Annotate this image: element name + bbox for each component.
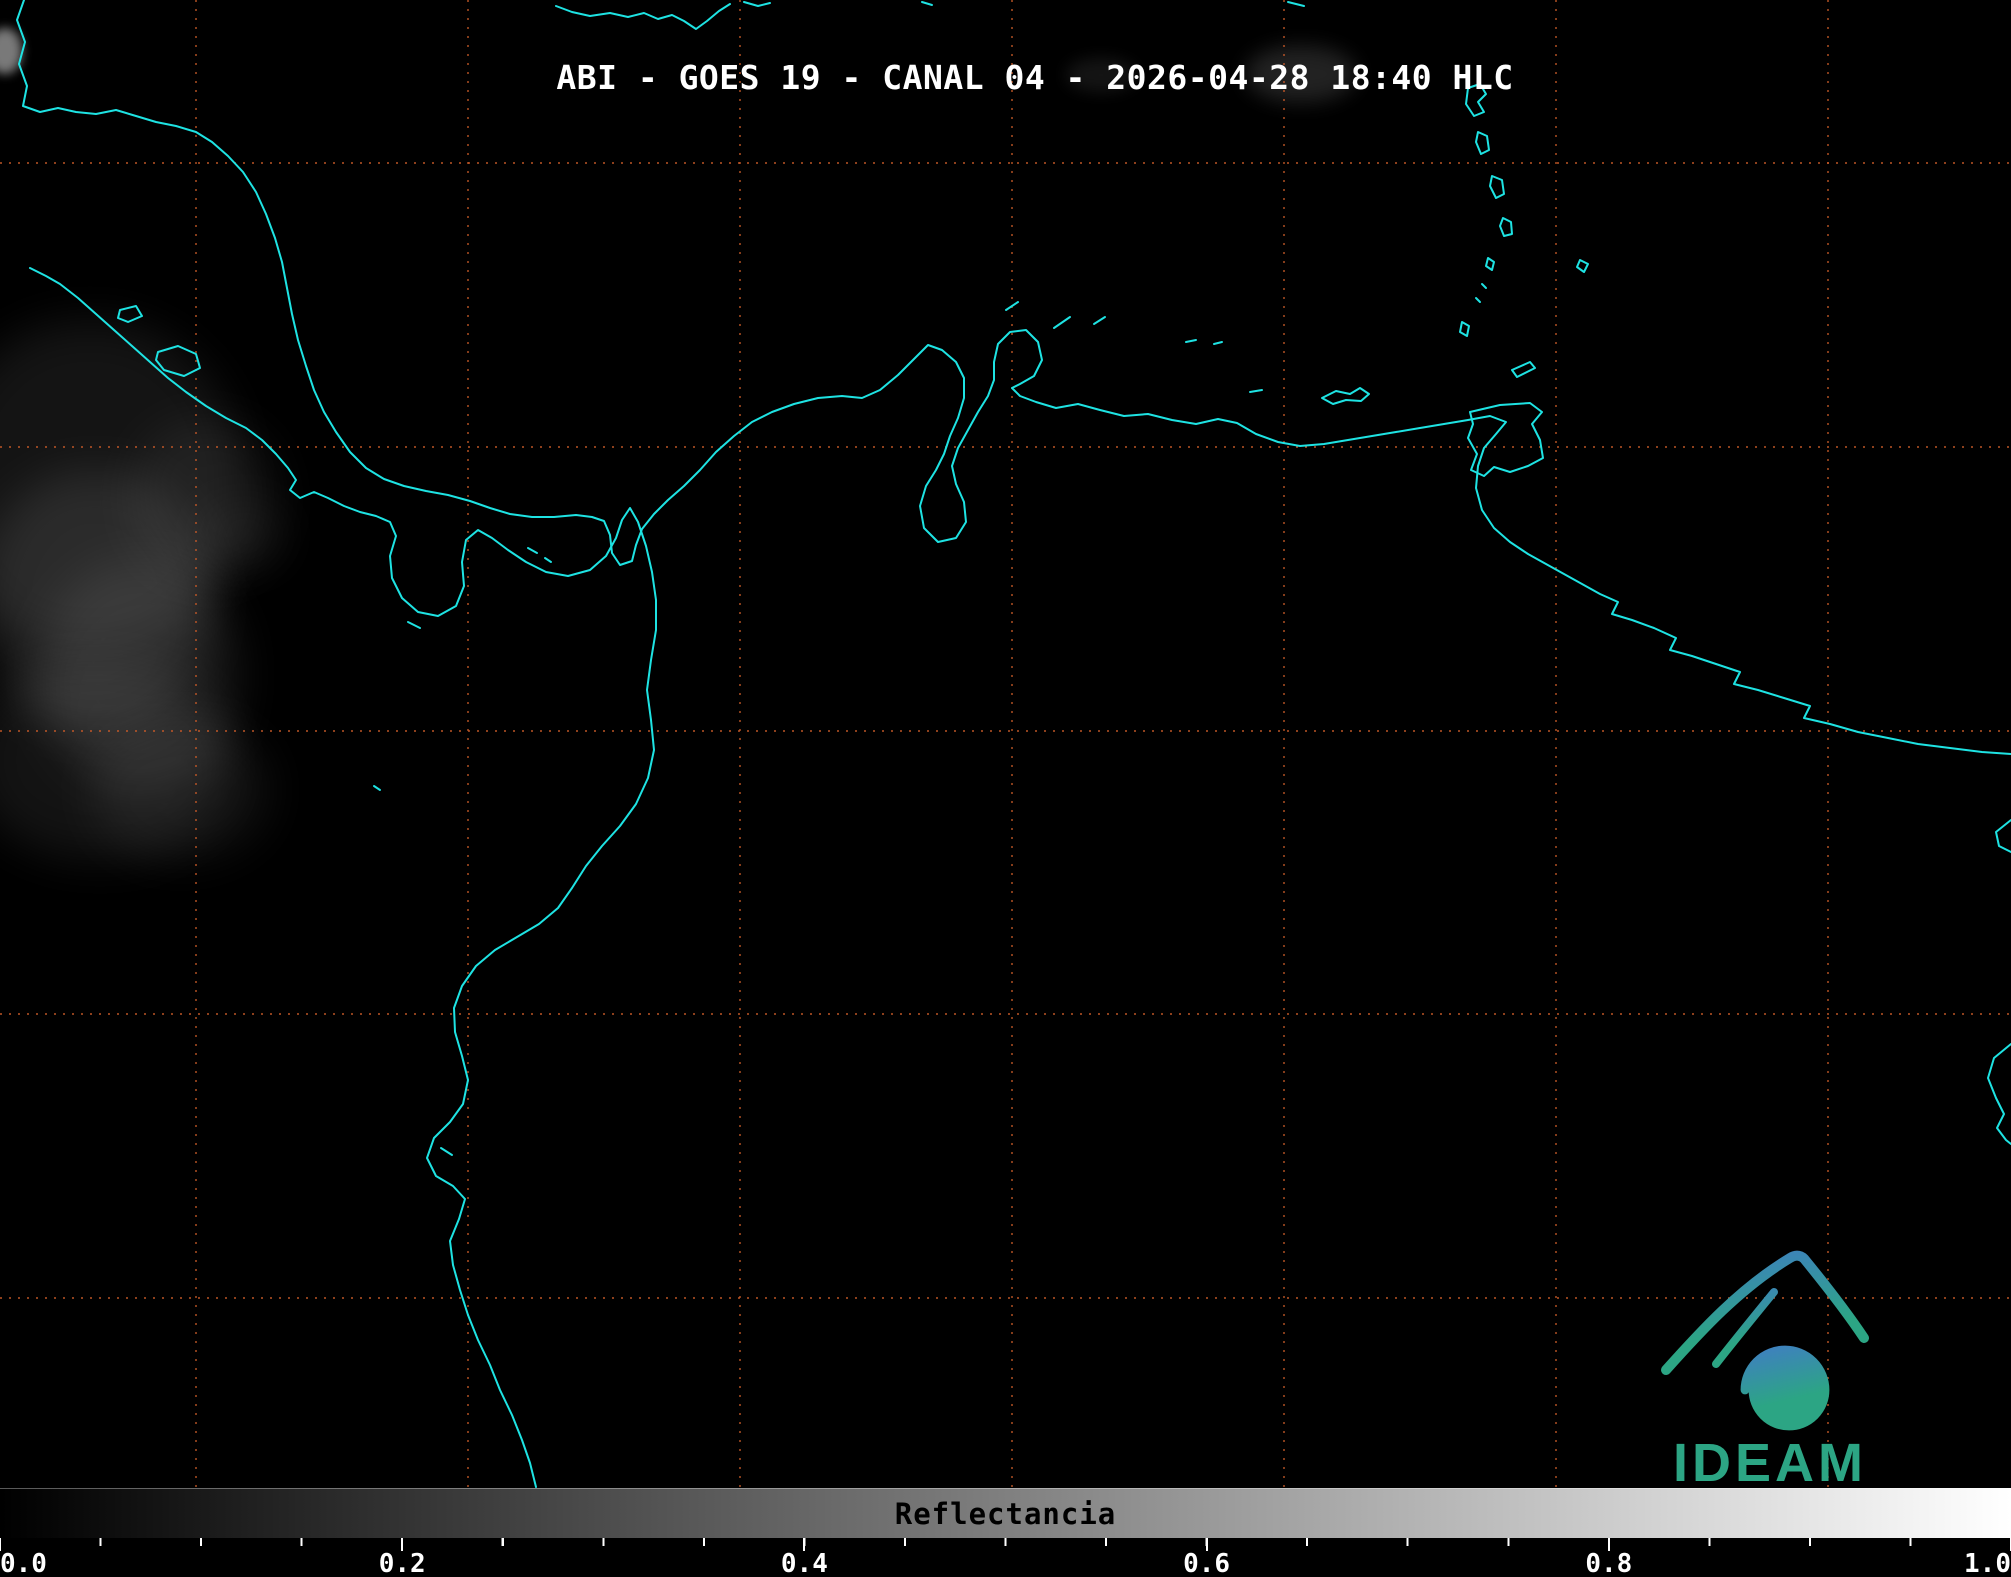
island-st-lucia xyxy=(1499,217,1513,237)
island-coiba xyxy=(407,621,421,629)
island-grenadines xyxy=(1475,283,1487,303)
colorbar: Reflectancia xyxy=(0,1488,2011,1538)
colorbar-tick-label: 0.8 xyxy=(1585,1549,1633,1577)
colorbar-tick-label: 1.0 xyxy=(1964,1549,2011,1577)
coastline-right-edge-lower xyxy=(1987,1043,2011,1145)
island-bonaire xyxy=(1093,316,1106,325)
ideam-logo-text: IDEAM xyxy=(1673,1433,1867,1488)
island-tobago xyxy=(1511,361,1536,378)
island-curacao xyxy=(1053,316,1071,329)
island-pearl-islands xyxy=(527,547,552,563)
coastline-right-edge-upper xyxy=(1995,819,2011,853)
island-los-roques xyxy=(1185,339,1223,345)
island-beata xyxy=(921,1,933,6)
island-malpelo xyxy=(373,785,381,791)
colorbar-axis: 0.0 0.2 0.4 0.6 0.8 1.0 xyxy=(0,1538,2011,1577)
image-title: ABI - GOES 19 - CANAL 04 - 2026-04-28 18… xyxy=(556,58,1514,97)
island-st-vincent xyxy=(1485,257,1495,271)
island-st-croix xyxy=(1287,1,1305,7)
colorbar-minor-ticks xyxy=(0,1538,2011,1546)
coastline-pacific-south-america xyxy=(29,267,657,1488)
satellite-image: ABI - GOES 19 - CANAL 04 - 2026-04-28 18… xyxy=(0,0,2011,1577)
island-barbados xyxy=(1576,259,1589,273)
coastline-jamaica-east xyxy=(743,1,771,7)
colorbar-tick-label: 0.2 xyxy=(378,1549,426,1577)
island-puna xyxy=(440,1147,453,1156)
island-martinique xyxy=(1489,175,1505,199)
island-grenada xyxy=(1459,321,1470,337)
coastline-jamaica xyxy=(555,3,731,30)
island-aruba xyxy=(1005,301,1019,311)
coastline-central-america-caribbean xyxy=(16,0,2011,755)
colorbar-label: Reflectancia xyxy=(894,1496,1117,1531)
logo-cyclone-spiral-icon xyxy=(1740,1345,1830,1431)
island-la-tortuga xyxy=(1249,389,1263,393)
colorbar-tick-label: 0.4 xyxy=(780,1549,828,1577)
colorbar-tick-label: 0.0 xyxy=(0,1549,47,1577)
ideam-logo: IDEAM xyxy=(1650,1240,1890,1488)
colorbar-tick-label: 0.6 xyxy=(1183,1549,1231,1577)
map-area: ABI - GOES 19 - CANAL 04 - 2026-04-28 18… xyxy=(0,0,2011,1488)
island-dominica xyxy=(1475,131,1490,155)
lake-managua xyxy=(117,305,143,323)
lake-nicaragua xyxy=(155,345,201,377)
island-margarita xyxy=(1321,387,1370,405)
